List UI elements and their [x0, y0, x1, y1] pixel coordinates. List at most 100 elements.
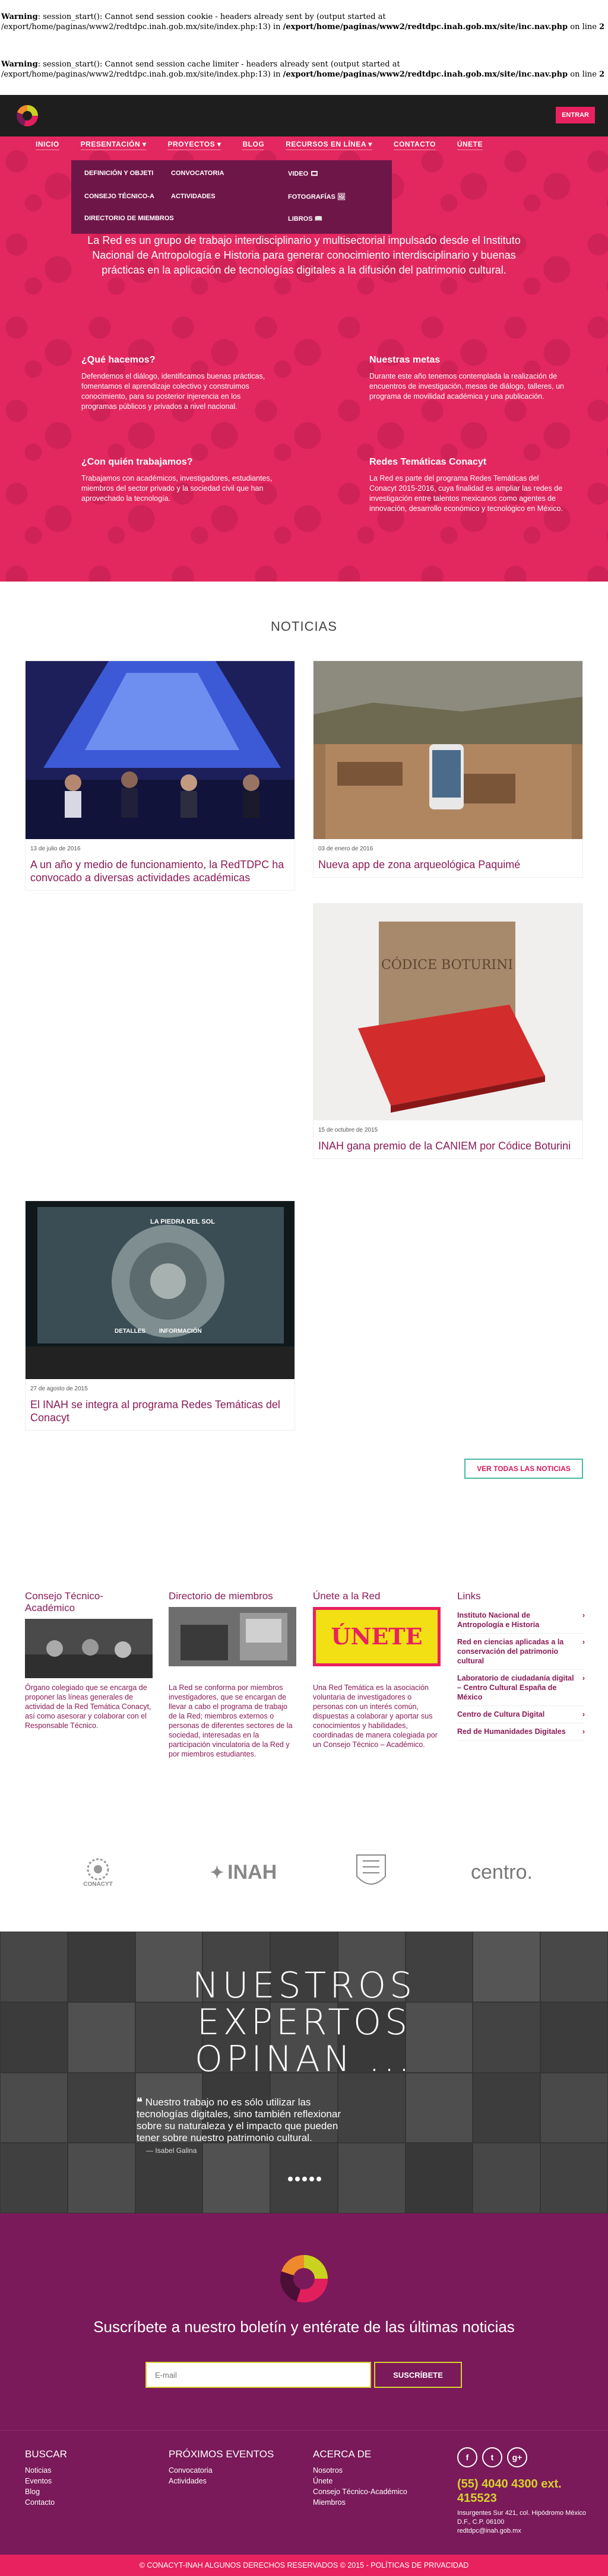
- warning-tail: on line: [568, 23, 597, 31]
- footer-link-miembros[interactable]: Miembros: [313, 2497, 407, 2508]
- twitter-icon[interactable]: t: [482, 2447, 502, 2467]
- news-date: 13 de julio de 2016: [30, 846, 81, 852]
- menu-item-definicion[interactable]: DEFINICIÓN Y OBJETI: [84, 170, 153, 177]
- widget-text: La Red se conforma por miembros investig…: [169, 1684, 293, 1758]
- footer-link-actividades[interactable]: Actividades: [169, 2476, 274, 2486]
- hero-block-redes: Redes Temáticas Conacyt La Red es parte …: [369, 457, 565, 514]
- widget-title[interactable]: Únete a la Red: [313, 1590, 441, 1602]
- news-card[interactable]: 03 de enero de 2016 Nueva app de zona ar…: [313, 660, 584, 878]
- widget-links: Links Instituto Nacional de Antropología…: [457, 1590, 585, 1740]
- menu-item-actividades[interactable]: ACTIVIDADES: [171, 193, 216, 200]
- warning-label: Warning: [1, 12, 38, 21]
- facebook-icon[interactable]: f: [457, 2447, 477, 2467]
- news-title[interactable]: Nueva app de zona arqueológica Paquimé: [314, 856, 582, 877]
- carousel-dot[interactable]: [309, 2177, 314, 2181]
- widget-text: Órgano colegiado que se encarga de propo…: [25, 1684, 151, 1730]
- all-news-button[interactable]: VER TODAS LAS NOTICIAS: [464, 1459, 583, 1479]
- news-card[interactable]: 13 de julio de 2016 A un año y medio de …: [25, 660, 296, 891]
- news-title[interactable]: A un año y medio de funcionamiento, la R…: [26, 856, 294, 890]
- experts-title: NUESTROS EXPERTOS OPINAN ...: [0, 1967, 608, 2078]
- unete-banner[interactable]: ÚNETE: [313, 1607, 441, 1666]
- quote-text: Nuestro trabajo no es sólo utilizar las …: [137, 2097, 341, 2143]
- warning-tail: on line: [568, 70, 597, 79]
- footer-buscar: BUSCAR Noticias Eventos Blog Contacto: [25, 2448, 67, 2508]
- menu-item-libros[interactable]: LIBROS 📖: [288, 215, 322, 223]
- nav-blog[interactable]: BLOG: [242, 140, 265, 150]
- nav-proyectos[interactable]: PROYECTOS ▾: [167, 140, 221, 150]
- footer-link-unete[interactable]: Únete: [313, 2476, 407, 2486]
- subscribe-button[interactable]: SUSCRÍBETE: [374, 2362, 462, 2388]
- footer-link-eventos[interactable]: Eventos: [25, 2476, 67, 2486]
- partner-inah[interactable]: ✦ INAH: [196, 1851, 291, 1893]
- footer-heading: BUSCAR: [25, 2448, 67, 2460]
- nav-dropdown-menu: DEFINICIÓN Y OBJETI CONSEJO TÉCNICO-A DI…: [71, 160, 392, 234]
- copyright-bar[interactable]: © CONACYT-INAH ALGUNOS DERECHOS RESERVAD…: [0, 2555, 608, 2576]
- footer-link-noticias[interactable]: Noticias: [25, 2465, 67, 2476]
- hero-block-text: La Red es parte del programa Redes Temát…: [369, 474, 563, 513]
- footer-link-contacto[interactable]: Contacto: [25, 2497, 67, 2508]
- nav-contacto[interactable]: CONTACTO: [393, 140, 436, 150]
- menu-item-fotografias[interactable]: FOTOGRAFÍAS 🖼: [288, 193, 346, 201]
- carousel-dot[interactable]: [288, 2177, 293, 2181]
- widget-title[interactable]: Directorio de miembros: [169, 1590, 296, 1602]
- link-laboratorio[interactable]: Laboratorio de ciudadanía digital – Cent…: [457, 1670, 585, 1706]
- hero-block-text: Durante este año tenemos contemplada la …: [369, 372, 564, 401]
- news-title[interactable]: INAH gana premio de la CANIEM por Códice…: [314, 1137, 582, 1158]
- contact-address: Insurgentes Sur 421, col. Hipódromo Méxi…: [457, 2509, 588, 2536]
- carousel-dot[interactable]: [316, 2177, 321, 2181]
- footer-link-consejo[interactable]: Consejo Técnico-Académico: [313, 2486, 407, 2497]
- menu-item-convocatoria[interactable]: CONVOCATORIA: [171, 170, 224, 177]
- menu-item-consejo[interactable]: CONSEJO TÉCNICO-A: [84, 193, 154, 200]
- footer-link-blog[interactable]: Blog: [25, 2486, 67, 2497]
- news-image-piedra-sol[interactable]: LA PIEDRA DEL SOL DETALLES INFORMACIÓN: [26, 1201, 296, 1379]
- quote-author: — Isabel Galina: [146, 2146, 197, 2155]
- footer-link-nosotros[interactable]: Nosotros: [313, 2465, 407, 2476]
- news-image-paquime[interactable]: [314, 661, 584, 839]
- email-field[interactable]: [145, 2362, 371, 2388]
- google-plus-icon[interactable]: g+: [507, 2447, 527, 2467]
- footer: BUSCAR Noticias Eventos Blog Contacto PR…: [0, 2430, 608, 2555]
- widget-consejo: Consejo Técnico-Académico Órgano colegia…: [25, 1590, 153, 1730]
- carousel-dot[interactable]: [295, 2177, 300, 2181]
- footer-heading: ACERCA DE: [313, 2448, 372, 2460]
- php-warning-2: Warning: session_start(): Cannot send se…: [0, 59, 608, 80]
- widget-title[interactable]: Consejo Técnico-Académico: [25, 1590, 153, 1614]
- link-red-conservacion[interactable]: Red en ciencias aplicadas a la conservac…: [457, 1634, 585, 1670]
- php-warning-1: Warning: session_start(): Cannot send se…: [0, 12, 608, 32]
- hero-block-title: ¿Con quién trabajamos?: [81, 457, 193, 467]
- nav-presentacion[interactable]: PRESENTACIÓN ▾: [80, 140, 147, 150]
- footer-link-convocatoria[interactable]: Convocatoria: [169, 2465, 274, 2476]
- hero-section: INICIO PRESENTACIÓN ▾ PROYECTOS ▾ BLOG R…: [0, 136, 608, 582]
- partner-conacyt[interactable]: CONACYT: [65, 1851, 131, 1893]
- carousel-dot[interactable]: [302, 2177, 307, 2181]
- widget-unete: Únete a la Red ÚNETE Una Red Temática es…: [313, 1590, 441, 1749]
- contact-phone[interactable]: (55) 4040 4300 ext. 415523: [457, 2477, 588, 2505]
- partner-centro[interactable]: centro.: [457, 1851, 546, 1893]
- link-inah[interactable]: Instituto Nacional de Antropología e His…: [457, 1607, 585, 1634]
- login-button[interactable]: ENTRAR: [556, 107, 595, 123]
- hero-block-que-hacemos: ¿Qué hacemos? Defendemos el diálogo, ide…: [81, 355, 277, 412]
- widget-text: Una Red Temática es la asociación volunt…: [313, 1684, 438, 1749]
- nav-inicio[interactable]: INICIO: [36, 140, 59, 150]
- news-card[interactable]: CÓDICE BOTURINI 15 de octubre de 2015 IN…: [313, 903, 584, 1159]
- nav-recursos[interactable]: RECURSOS EN LÍNEA ▾: [286, 140, 372, 150]
- contact-email[interactable]: redtdpc@inah.gob.mx: [457, 2527, 588, 2536]
- menu-item-video[interactable]: VIDEO 🎞: [288, 170, 318, 177]
- news-image-codice[interactable]: CÓDICE BOTURINI: [314, 904, 584, 1120]
- widget-image-directorio[interactable]: [169, 1607, 296, 1666]
- hero-block-title: Redes Temáticas Conacyt: [369, 457, 487, 467]
- nav-unete[interactable]: ÚNETE: [457, 140, 483, 150]
- widget-image-consejo[interactable]: [25, 1619, 153, 1678]
- links-list: Instituto Nacional de Antropología e His…: [457, 1607, 585, 1740]
- news-date: 03 de enero de 2016: [318, 846, 373, 852]
- link-centro-cultura[interactable]: Centro de Cultura Digital: [457, 1706, 585, 1723]
- news-image-event[interactable]: [26, 661, 296, 839]
- warning-path: /export/home/paginas/www2/redtdpc.inah.g…: [283, 70, 568, 79]
- partner-unam[interactable]: [350, 1851, 392, 1893]
- link-humanidades[interactable]: Red de Humanidades Digitales: [457, 1723, 585, 1740]
- site-logo[interactable]: [17, 105, 38, 126]
- quote-mark-icon: ❝: [137, 2096, 145, 2108]
- menu-item-directorio[interactable]: DIRECTORIO DE MIEMBROS: [84, 215, 174, 222]
- news-title[interactable]: El INAH se integra al programa Redes Tem…: [26, 1396, 294, 1430]
- news-card[interactable]: LA PIEDRA DEL SOL DETALLES INFORMACIÓN 2…: [25, 1200, 296, 1431]
